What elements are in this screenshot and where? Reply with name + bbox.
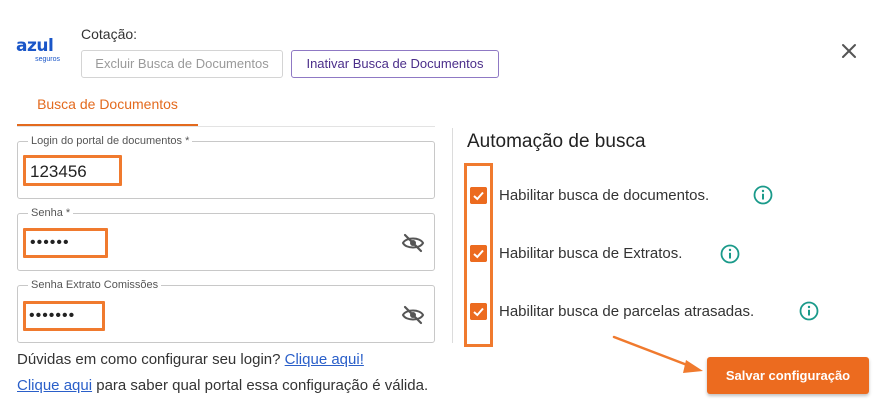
close-icon[interactable] — [838, 40, 860, 62]
login-input-value[interactable]: 123456 — [30, 162, 87, 182]
excluir-busca-button[interactable]: Excluir Busca de Documentos — [81, 50, 283, 78]
vertical-divider — [452, 128, 453, 343]
help-text-1: Dúvidas em como configurar seu login? — [17, 351, 285, 368]
logo-subtext: seguros — [35, 56, 60, 63]
senha-extrato-input-value[interactable]: ••••••• — [29, 307, 75, 325]
azul-seguros-logo: azul seguros — [16, 38, 60, 66]
option-label-documentos: Habilitar busca de documentos. — [499, 187, 710, 204]
help-text-2: para saber qual portal essa configuração… — [92, 377, 429, 394]
login-field-label: Login do portal de documentos * — [31, 135, 190, 147]
inativar-busca-button[interactable]: Inativar Busca de Documentos — [291, 50, 499, 78]
info-icon[interactable] — [799, 301, 819, 321]
option-label-extratos: Habilitar busca de Extratos. — [499, 245, 683, 262]
checkbox-busca-parcelas[interactable] — [470, 303, 487, 320]
cotacao-label: Cotação: — [81, 26, 138, 42]
salvar-configuracao-button[interactable]: Salvar configuração — [707, 357, 869, 394]
logo-text: azul — [16, 36, 54, 56]
tab-busca-de-documentos[interactable]: Busca de Documentos — [17, 86, 198, 126]
senha-input-value[interactable]: •••••• — [30, 234, 70, 252]
eye-slash-icon[interactable] — [401, 233, 425, 253]
help-line-portal: Clique aqui para saber qual portal essa … — [17, 377, 428, 394]
senha-field-label: Senha * — [31, 207, 71, 219]
clique-aqui-portal-link[interactable]: Clique aqui — [17, 377, 92, 394]
eye-slash-icon[interactable] — [401, 305, 425, 325]
checkbox-busca-documentos[interactable] — [470, 187, 487, 204]
option-label-parcelas: Habilitar busca de parcelas atrasadas. — [499, 303, 755, 320]
info-icon[interactable] — [720, 244, 740, 264]
senha-extrato-field-label: Senha Extrato Comissões — [31, 279, 159, 291]
info-icon[interactable] — [753, 185, 773, 205]
help-line-configurar: Dúvidas em como configurar seu login? Cl… — [17, 351, 364, 368]
automacao-title: Automação de busca — [467, 131, 646, 152]
annotation-arrow-icon — [612, 335, 703, 373]
clique-aqui-link[interactable]: Clique aqui! — [285, 351, 364, 368]
tab-underline-track — [17, 126, 435, 127]
checkbox-busca-extratos[interactable] — [470, 245, 487, 262]
